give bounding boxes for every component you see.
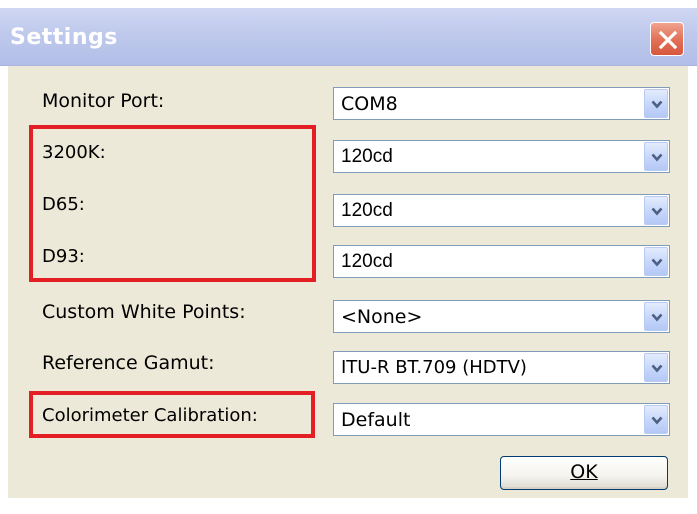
- chevron-down-icon: [651, 258, 663, 267]
- monitor-port-select[interactable]: COM8: [333, 87, 670, 120]
- colorimeter-calibration-value: Default: [341, 409, 411, 431]
- chevron-down-icon: [651, 313, 663, 322]
- chevron-down-icon: [651, 416, 663, 425]
- highlight-box-colorimeter-calibration: [29, 391, 315, 438]
- close-icon: [658, 30, 678, 50]
- monitor-port-value: COM8: [341, 93, 398, 115]
- reference-gamut-label: Reference Gamut:: [42, 352, 215, 374]
- 3200k-dropdown-button[interactable]: [644, 142, 668, 171]
- chevron-down-icon: [651, 100, 663, 109]
- colorimeter-calibration-dropdown-button[interactable]: [644, 405, 668, 434]
- monitor-port-dropdown-button[interactable]: [644, 89, 668, 118]
- d65-select[interactable]: 120cd: [333, 194, 670, 227]
- custom-white-points-label: Custom White Points:: [42, 301, 246, 323]
- highlight-box-color-temperatures: [29, 125, 316, 282]
- custom-white-points-value: <None>: [341, 306, 423, 328]
- reference-gamut-dropdown-button[interactable]: [644, 353, 668, 382]
- reference-gamut-value: ITU-R BT.709 (HDTV): [341, 357, 527, 378]
- colorimeter-calibration-select[interactable]: Default: [333, 403, 670, 436]
- chevron-down-icon: [651, 364, 663, 373]
- 3200k-select[interactable]: 120cd: [333, 140, 670, 173]
- window-title: Settings: [10, 25, 118, 50]
- d93-dropdown-button[interactable]: [644, 247, 668, 276]
- chevron-down-icon: [651, 207, 663, 216]
- settings-dialog: Settings Monitor Port: COM8 3200K: 120cd…: [0, 0, 697, 514]
- close-button[interactable]: [650, 22, 684, 56]
- reference-gamut-select[interactable]: ITU-R BT.709 (HDTV): [333, 351, 670, 384]
- custom-white-points-select[interactable]: <None>: [333, 300, 670, 333]
- d65-value: 120cd: [341, 200, 393, 221]
- ok-button[interactable]: OK: [500, 456, 668, 490]
- chevron-down-icon: [651, 153, 663, 162]
- d93-select[interactable]: 120cd: [333, 245, 670, 278]
- title-bar[interactable]: Settings: [0, 8, 697, 66]
- ok-button-label: OK: [570, 461, 598, 483]
- monitor-port-label: Monitor Port:: [42, 90, 165, 112]
- d93-value: 120cd: [341, 251, 393, 272]
- custom-white-points-dropdown-button[interactable]: [644, 302, 668, 331]
- d65-dropdown-button[interactable]: [644, 196, 668, 225]
- 3200k-value: 120cd: [341, 146, 393, 167]
